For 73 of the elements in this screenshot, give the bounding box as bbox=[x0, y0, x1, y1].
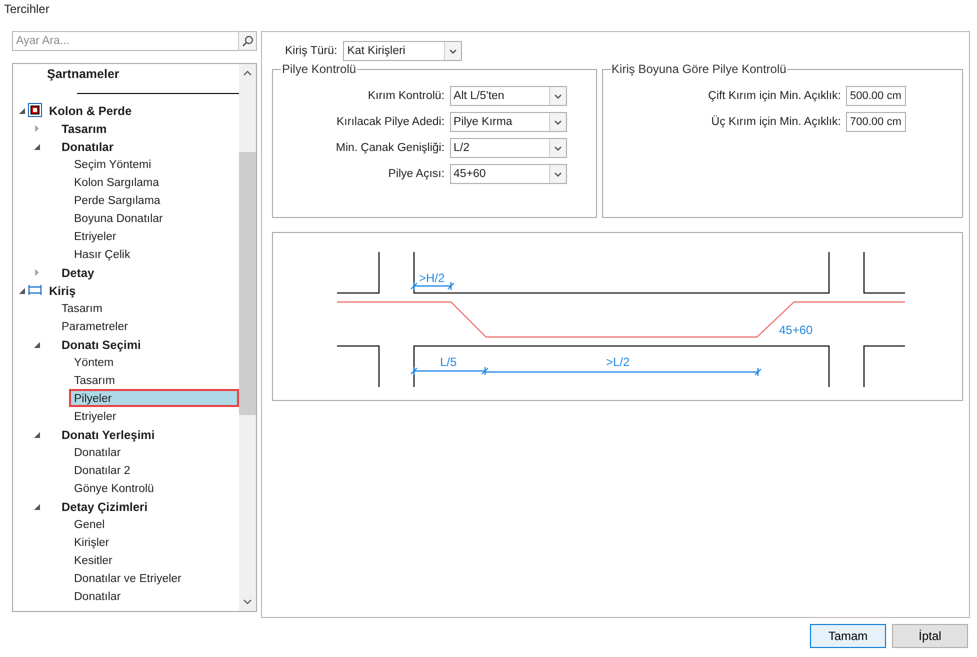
expanded-arrow-icon[interactable] bbox=[34, 430, 40, 438]
group-title: Kiriş Boyuna Göre Pilye Kontrolü bbox=[610, 62, 788, 76]
tree-item[interactable]: Pilyeler bbox=[69, 389, 239, 407]
tree-item[interactable]: Gönye Kontrolü bbox=[69, 479, 239, 497]
angle-label: 45+60 bbox=[779, 323, 813, 337]
caret-icon bbox=[449, 48, 458, 54]
tree-item[interactable]: Hasır Çelik bbox=[69, 245, 239, 263]
expanded-arrow-icon[interactable] bbox=[34, 340, 40, 348]
field-label: Pilye Açısı: bbox=[388, 168, 445, 180]
field-label: Kiriş Türü: bbox=[285, 45, 338, 57]
dropdown[interactable]: Kat Kirişleri bbox=[343, 41, 462, 61]
dimension-line bbox=[410, 281, 455, 291]
section-header: Şartnameler bbox=[47, 67, 120, 81]
tree-item[interactable]: Tasarım bbox=[69, 371, 239, 389]
tree-item[interactable]: Perde Sargılama bbox=[69, 191, 239, 209]
tree-item[interactable]: Detay bbox=[56, 263, 239, 281]
tree-item[interactable]: Seçim Yöntemi bbox=[69, 155, 239, 173]
dropdown[interactable]: L/2 bbox=[450, 138, 567, 158]
tree-item[interactable]: Etriyeler bbox=[69, 407, 239, 425]
field-label: Min. Çanak Genişliği: bbox=[336, 142, 445, 154]
tree-item[interactable]: Tasarım bbox=[56, 299, 239, 317]
cancel-button[interactable]: İptal bbox=[892, 624, 968, 648]
search-button[interactable] bbox=[238, 31, 257, 51]
tree-item[interactable]: Yöntem bbox=[69, 353, 239, 371]
column-icon bbox=[28, 103, 42, 117]
field-label: Kırım Kontrolü: bbox=[368, 90, 445, 102]
scroll-down-icon[interactable] bbox=[243, 599, 252, 605]
tree-item[interactable]: Genel bbox=[69, 515, 239, 533]
field-label: Üç Kırım için Min. Açıklık: bbox=[711, 116, 841, 128]
tree-item[interactable]: Donatılar bbox=[69, 443, 239, 461]
tree-item[interactable]: Etriyeler bbox=[69, 227, 239, 245]
tree-item[interactable]: Donatılar ve Etriyeler bbox=[69, 569, 239, 587]
tree-item[interactable]: Kiriş bbox=[44, 281, 239, 299]
caret-icon bbox=[554, 172, 562, 176]
dropdown[interactable]: 45+60 bbox=[450, 164, 567, 184]
scrollbar-thumb[interactable] bbox=[239, 152, 256, 415]
tree-item[interactable]: Kolon & Perde bbox=[44, 101, 239, 119]
field-label: Kırılacak Pilye Adedi: bbox=[336, 116, 445, 128]
tree-item[interactable]: Tasarım bbox=[56, 119, 239, 137]
dimension-label: >L/2 bbox=[606, 355, 630, 369]
search-icon bbox=[242, 35, 254, 47]
input-field[interactable]: 500.00 cm bbox=[846, 86, 906, 106]
dimension-label: >H/2 bbox=[419, 271, 445, 285]
caret-icon bbox=[554, 94, 562, 98]
tree-item[interactable]: Kirişler bbox=[69, 533, 239, 551]
tree-item[interactable]: Donatı Seçimi bbox=[56, 335, 239, 353]
dropdown[interactable]: Pilye Kırma bbox=[450, 112, 567, 132]
tree-item[interactable]: Donatılar bbox=[69, 587, 239, 605]
scrollbar[interactable] bbox=[239, 64, 256, 611]
caret-icon bbox=[554, 146, 562, 150]
window-title: Tercihler bbox=[3, 1, 50, 18]
input-field[interactable]: 700.00 cm bbox=[846, 112, 906, 132]
tree-item[interactable]: Kolon Sargılama bbox=[69, 173, 239, 191]
expanded-arrow-icon[interactable] bbox=[34, 142, 40, 150]
beam-icon bbox=[28, 285, 42, 295]
dropdown[interactable]: Alt L/5'ten bbox=[450, 86, 567, 106]
group-title: Pilye Kontrolü bbox=[281, 62, 358, 76]
tree-item[interactable]: Parametreler bbox=[56, 317, 239, 335]
tree-item[interactable]: Kesitler bbox=[69, 551, 239, 569]
tree-item[interactable]: Donatı Yerleşimi bbox=[56, 425, 239, 443]
tree-item[interactable]: Detay Çizimleri bbox=[56, 497, 239, 515]
expanded-arrow-icon[interactable] bbox=[34, 502, 40, 510]
search-field[interactable]: Ayar Ara... bbox=[12, 31, 238, 51]
caret-icon bbox=[554, 120, 562, 124]
field-label: Çift Kırım için Min. Açıklık: bbox=[708, 90, 841, 102]
expanded-arrow-icon[interactable] bbox=[19, 286, 25, 294]
tree-item[interactable]: Donatılar bbox=[56, 137, 239, 155]
expanded-arrow-icon[interactable] bbox=[19, 106, 25, 114]
tree-item[interactable]: Boyuna Donatılar bbox=[69, 209, 239, 227]
ok-button[interactable]: Tamam bbox=[810, 624, 886, 648]
dimension-label: L/5 bbox=[440, 355, 457, 369]
scroll-up-icon[interactable] bbox=[243, 70, 252, 76]
tree-item[interactable]: Donatılar 2 bbox=[69, 461, 239, 479]
